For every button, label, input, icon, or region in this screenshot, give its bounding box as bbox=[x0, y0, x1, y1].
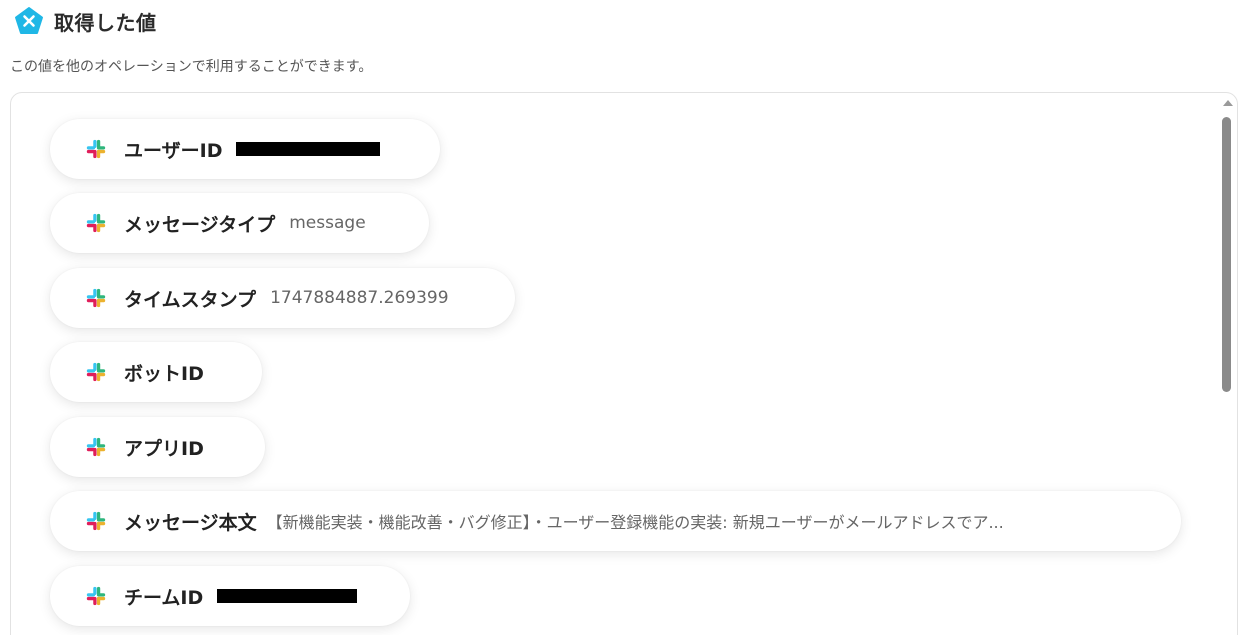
page-subtitle: この値を他のオペレーションで利用することができます。 bbox=[10, 59, 373, 75]
scroll-up-arrow[interactable] bbox=[1223, 100, 1233, 106]
field-label: ボットID bbox=[124, 362, 204, 385]
field-label: メッセージタイプ bbox=[124, 213, 276, 236]
values-panel: ユーザーID メッセージタイプ message タイムスタンプ 17478848… bbox=[10, 92, 1238, 635]
scrollbar-thumb[interactable] bbox=[1222, 117, 1231, 392]
field-value: 1747884887.269399 bbox=[270, 288, 449, 308]
slack-icon bbox=[86, 213, 106, 233]
field-value: message bbox=[289, 213, 366, 233]
slack-icon bbox=[86, 288, 106, 308]
slack-icon bbox=[86, 511, 106, 531]
value-pill-bot-id[interactable]: ボットID bbox=[50, 342, 262, 402]
redacted-value bbox=[236, 142, 381, 156]
field-label: ユーザーID bbox=[124, 139, 223, 162]
slack-icon bbox=[86, 362, 106, 382]
yoom-logo-icon bbox=[15, 7, 43, 34]
field-label: メッセージ本文 bbox=[124, 511, 257, 534]
value-pill-message-type[interactable]: メッセージタイプ message bbox=[50, 193, 429, 253]
field-label: アプリID bbox=[124, 437, 204, 460]
value-pill-team-id[interactable]: チームID bbox=[50, 566, 410, 626]
field-value: 【新機能実装・機能改善・バグ修正】・ユーザー登録機能の実装: 新規ユーザーがメー… bbox=[266, 513, 1004, 532]
value-pill-app-id[interactable]: アプリID bbox=[50, 417, 265, 477]
page-title: 取得した値 bbox=[54, 10, 157, 35]
slack-icon bbox=[86, 437, 106, 457]
value-pill-user-id[interactable]: ユーザーID bbox=[50, 119, 440, 179]
field-label: チームID bbox=[124, 586, 204, 609]
field-label: タイムスタンプ bbox=[124, 288, 257, 311]
header: 取得した値 bbox=[14, 6, 157, 36]
slack-icon bbox=[86, 139, 106, 159]
value-pill-message-body[interactable]: メッセージ本文 【新機能実装・機能改善・バグ修正】・ユーザー登録機能の実装: 新… bbox=[50, 491, 1181, 551]
redacted-value bbox=[217, 589, 358, 603]
value-pill-timestamp[interactable]: タイムスタンプ 1747884887.269399 bbox=[50, 268, 515, 328]
slack-icon bbox=[86, 586, 106, 606]
